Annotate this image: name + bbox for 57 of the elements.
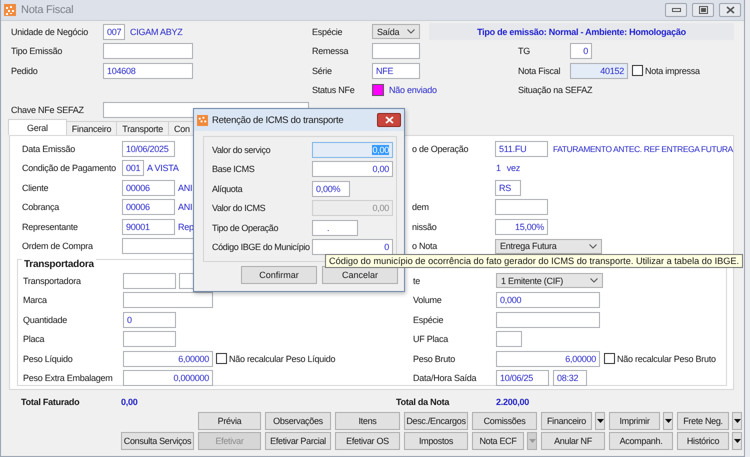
field-label: te bbox=[413, 274, 422, 287]
field-label: Peso Bruto bbox=[413, 352, 456, 365]
field-label: Espécie bbox=[413, 314, 444, 326]
field-label: Placa bbox=[23, 333, 46, 346]
field-label: dem bbox=[412, 201, 430, 214]
field-label: Transportadora bbox=[23, 274, 82, 287]
info-text: Não enviado bbox=[388, 85, 438, 96]
field-label: o Nota bbox=[412, 240, 438, 252]
field-label: Marca bbox=[23, 294, 48, 306]
info-text: ANI bbox=[178, 182, 192, 193]
field-label: Alíquota bbox=[212, 182, 244, 195]
field-label: Peso Extra Embalagem bbox=[23, 372, 114, 384]
field-label: Situação na SEFAZ bbox=[518, 84, 592, 96]
dialog-title: Retenção de ICMS do transporte bbox=[212, 114, 344, 126]
field-label: Quantidade bbox=[23, 314, 68, 326]
field-label: Cobrança bbox=[22, 201, 60, 214]
help-tooltip: Código do município de ocorrência do fato gerador do ICMS do transporte. Utilizar a tabela do IBGE. bbox=[325, 254, 744, 268]
field-label: Peso Líquido bbox=[23, 352, 74, 365]
field-label: Volume bbox=[413, 294, 443, 306]
field-label: Condição de Pagamento bbox=[22, 162, 117, 174]
info-text: FATURAMENTO ANTEC. REF ENTREGA FUTURA bbox=[552, 144, 734, 154]
total-value: 0,00 bbox=[121, 397, 139, 407]
field-label: nissão bbox=[412, 220, 438, 233]
field-label: Valor do serviço bbox=[212, 144, 272, 156]
field-label: Série bbox=[312, 64, 333, 77]
info-text: CIGAM ABYZ bbox=[129, 26, 184, 37]
field-label: Tipo Emissão bbox=[11, 45, 64, 58]
field-label: TG bbox=[518, 45, 531, 58]
total-label: Total da Nota bbox=[396, 397, 450, 407]
field-label: Nota Fiscal bbox=[518, 64, 562, 77]
info-text: 1 bbox=[495, 163, 502, 174]
field-label: Ordem de Compra bbox=[22, 240, 94, 252]
field-label: Base ICMS bbox=[212, 163, 256, 176]
field-label: Espécie bbox=[312, 26, 344, 38]
info-text: ANI bbox=[178, 202, 192, 212]
field-label: Unidade de Negócio bbox=[11, 26, 90, 38]
field-label: Data/Hora Saída bbox=[413, 372, 478, 384]
window-title: Nota Fiscal bbox=[21, 4, 74, 16]
total-value: 2.200,00 bbox=[496, 397, 530, 407]
info-text: A VISTA bbox=[147, 163, 179, 174]
total-label: Total Faturado bbox=[21, 397, 80, 407]
field-label: Cliente bbox=[22, 182, 50, 194]
field-label: Valor do ICMS bbox=[212, 202, 266, 214]
field-label: Representante bbox=[22, 220, 79, 233]
field-label: o de Operação bbox=[412, 142, 470, 155]
field-label: Código IBGE do Município bbox=[212, 241, 311, 254]
group-title: Transportadora bbox=[22, 259, 96, 270]
field-label: UF Placa bbox=[413, 333, 450, 346]
info-text: vez bbox=[506, 163, 522, 174]
field-label: Tipo de Operação bbox=[212, 222, 280, 234]
field-label: Data Emissão bbox=[22, 142, 76, 155]
field-label: Remessa bbox=[312, 45, 350, 58]
status-banner: Tipo de emissão: Normal - Ambiente: Homologação bbox=[429, 23, 734, 40]
field-label: Status NFe bbox=[312, 84, 356, 96]
field-label: Pedido bbox=[11, 64, 39, 77]
field-label: Chave NFe SEFAZ bbox=[11, 104, 85, 116]
info-text: Rep bbox=[178, 222, 194, 232]
